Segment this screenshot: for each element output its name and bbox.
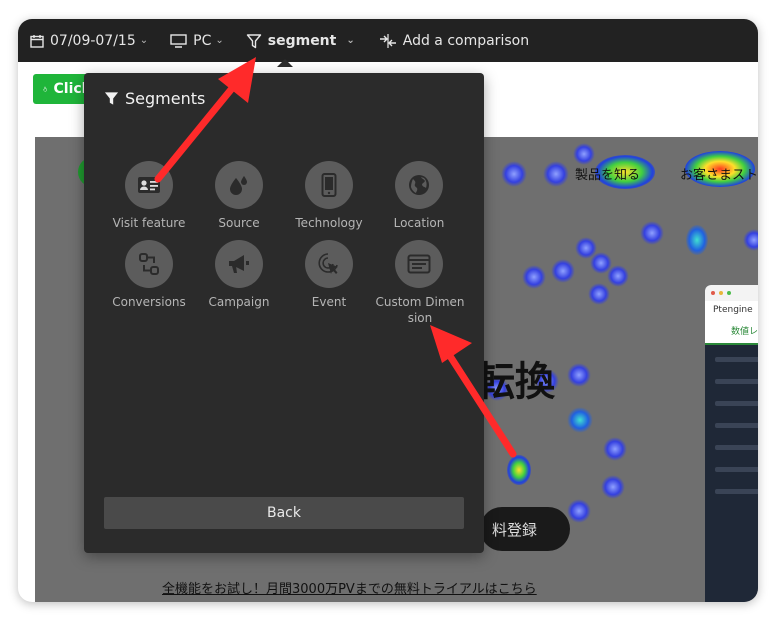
annotation-arrow bbox=[430, 325, 517, 458]
annotation-arrows bbox=[154, 57, 517, 458]
app-window: 07/09-07/15 ⌄ PC ⌄ segment ⌄ Add a compa… bbox=[18, 19, 758, 602]
annotation-arrow bbox=[154, 57, 256, 183]
